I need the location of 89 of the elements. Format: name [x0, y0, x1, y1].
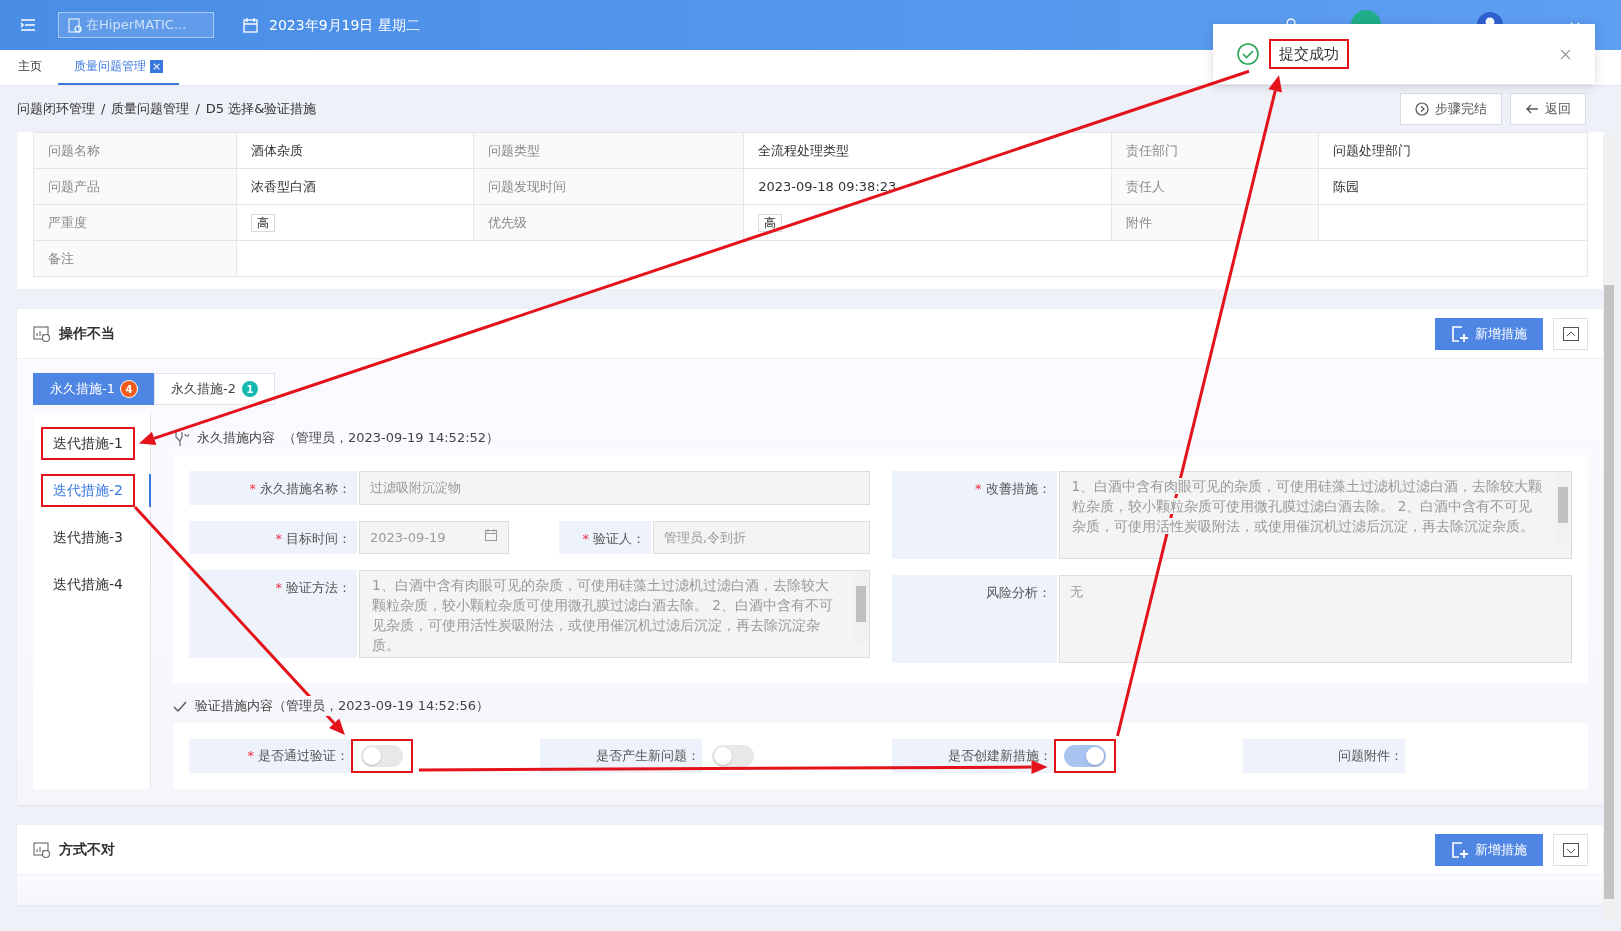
collapse-button[interactable]	[1553, 317, 1588, 350]
toast-message: 提交成功	[1269, 38, 1349, 70]
input-field[interactable]: 管理员,令到折	[653, 520, 870, 554]
label-text: 是否通过验证：	[258, 747, 349, 766]
label-text: 问题附件：	[1337, 747, 1403, 766]
label-text: 风险分析：	[985, 584, 1051, 602]
field-label: 问题类型	[473, 132, 744, 169]
count-badge: 4	[120, 381, 137, 397]
expand-icon	[1562, 842, 1579, 857]
text-area[interactable]: 1、白酒中含有肉眼可见的杂质，可使用硅藻土过滤机过滤白酒，去除较大颗粒杂质，较小颗粒杂质可使用微孔膜过滤白酒去除。 2、白酒中含有不可见杂质，可使用活性炭吸附法，或使用催沉机过滤后沉淀，再去除沉淀杂质。	[359, 570, 870, 658]
field-value: 浓香型白酒	[236, 168, 474, 205]
level-tag: 高	[758, 213, 783, 232]
chart-icon	[33, 840, 51, 859]
iteration-item[interactable]: 迭代措施-4	[41, 568, 135, 601]
toggle-switch[interactable]	[712, 745, 755, 767]
calendar-icon[interactable]	[484, 527, 498, 542]
field-label: 问题发现时间	[473, 168, 744, 205]
toggle-switch[interactable]	[1063, 745, 1106, 767]
level-tag: 高	[251, 213, 276, 232]
add-measure-button[interactable]: 新增措施	[1435, 317, 1543, 350]
field-label: 优先级	[473, 204, 744, 241]
section-title: 方式不对	[59, 840, 115, 859]
breadcrumb-item: D5 选择&验证措施	[205, 100, 317, 119]
label-text: 永久措施名称：	[260, 480, 351, 498]
measure-tab[interactable]: 永久措施-1 4	[33, 373, 154, 405]
page-tab[interactable]: 质量问题管理 ×	[58, 49, 179, 85]
success-icon	[1237, 43, 1259, 65]
close-icon[interactable]: ×	[150, 59, 163, 73]
required-mark: *	[275, 579, 282, 597]
field-label: 严重度	[33, 204, 237, 241]
add-icon	[1451, 840, 1469, 859]
field-value: 全流程处理类型	[743, 132, 1112, 169]
label-text: 改善措施：	[985, 480, 1051, 498]
next-icon	[1415, 102, 1429, 116]
field-label: 问题产品	[33, 168, 237, 205]
required-mark: *	[247, 747, 254, 766]
input-field[interactable]: 过滤吸附沉淀物	[359, 471, 870, 505]
label-text: 验证方法：	[286, 579, 351, 597]
expand-button[interactable]	[1553, 833, 1588, 866]
field-label: 问题名称	[33, 132, 237, 169]
label-text: 是否产生新问题：	[596, 747, 701, 766]
iteration-item[interactable]: 迭代措施-2	[41, 474, 135, 507]
field-label: 责任人	[1111, 168, 1319, 205]
field-label: 责任部门	[1111, 132, 1319, 169]
field-label: 附件	[1111, 204, 1319, 241]
required-mark: *	[975, 480, 982, 498]
field-value: 陈园	[1318, 168, 1588, 205]
count-badge: 1	[241, 381, 258, 397]
field-value: 2023-09-18 09:38:23	[743, 168, 1112, 205]
calendar-icon	[242, 17, 259, 33]
wrench-icon	[173, 429, 189, 447]
close-icon[interactable]	[1560, 48, 1571, 60]
text-area[interactable]: 无	[1058, 575, 1572, 663]
finish-button[interactable]: 步骤完结	[1400, 93, 1502, 125]
add-icon	[1451, 324, 1469, 343]
label-text: 目标时间：	[286, 529, 351, 548]
label-text: 验证人：	[593, 529, 645, 548]
toggle-switch[interactable]	[361, 745, 403, 767]
date-field[interactable]: 2023-09-19	[359, 520, 509, 554]
search-placeholder: 在HiperMATIC...	[86, 16, 187, 35]
search-icon	[67, 17, 82, 33]
iteration-item[interactable]: 迭代措施-3	[41, 521, 135, 554]
field-value: 问题处理部门	[1318, 132, 1588, 169]
field-label: 备注	[33, 240, 237, 277]
check-icon	[173, 699, 187, 713]
date-text: 2023年9月19日 星期二	[269, 15, 420, 35]
iteration-item[interactable]: 迭代措施-1	[41, 427, 135, 460]
measure-tab[interactable]: 永久措施-2 1	[153, 373, 275, 405]
field-value: 酒体杂质	[236, 132, 474, 169]
menu-icon[interactable]	[18, 16, 38, 34]
required-mark: *	[582, 529, 589, 548]
breadcrumb-item[interactable]: 质量问题管理	[111, 99, 190, 119]
required-mark: *	[275, 529, 282, 548]
breadcrumb-item[interactable]: 问题闭环管理	[17, 99, 95, 119]
add-measure-button[interactable]: 新增措施	[1435, 833, 1543, 866]
scrollbar[interactable]	[1603, 135, 1615, 919]
breadcrumb-separator: /	[101, 100, 106, 119]
breadcrumb-separator: /	[195, 100, 200, 119]
chart-icon	[33, 324, 51, 343]
collapse-icon	[1562, 326, 1579, 341]
section-title: 操作不当	[59, 324, 115, 343]
required-mark: *	[249, 480, 256, 498]
content-title: 永久措施内容	[197, 429, 275, 448]
content-meta: （管理员，2023-09-19 14:52:52）	[283, 429, 500, 448]
label-text: 是否创建新措施：	[947, 747, 1052, 766]
page-tab[interactable]: 主页	[2, 49, 58, 85]
back-button[interactable]: 返回	[1510, 93, 1586, 125]
text-area[interactable]: 1、白酒中含有肉眼可见的杂质，可使用硅藻土过滤机过滤白酒，去除较大颗粒杂质，较小颗粒杂质可使用微孔膜过滤白酒去除。 2、白酒中含有不可见杂质，可使用活性炭吸附法，或使用催沉机过滤后沉淀，再去除沉淀杂质。	[1058, 471, 1572, 559]
back-arrow-icon	[1525, 102, 1539, 116]
